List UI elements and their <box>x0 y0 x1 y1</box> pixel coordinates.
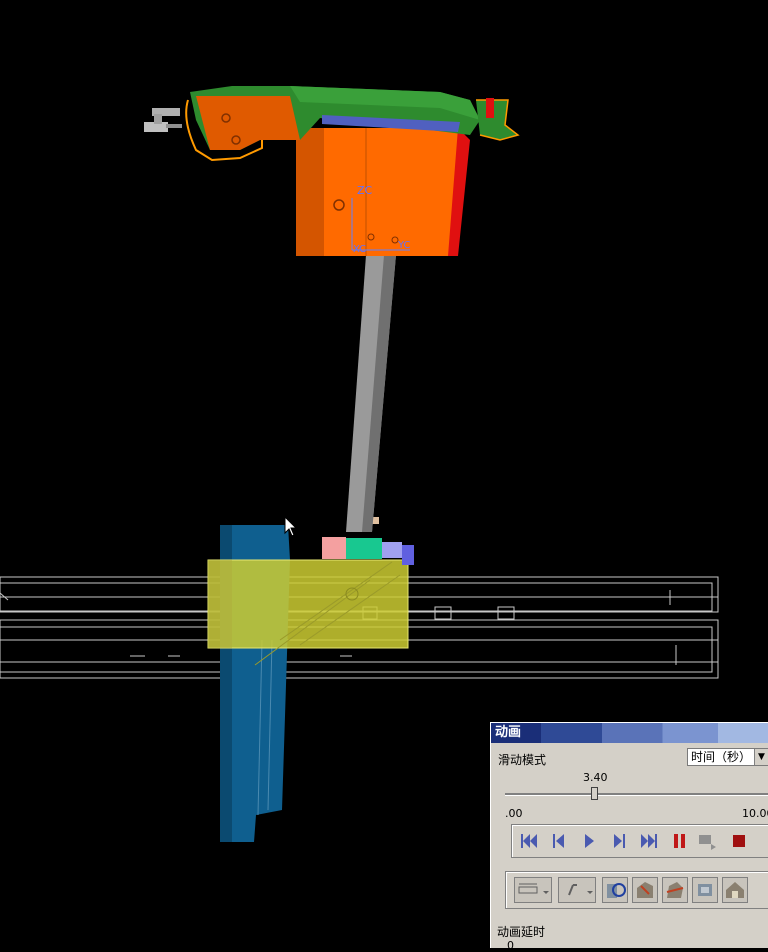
playback-toolbar <box>511 824 768 858</box>
time-slider-thumb[interactable] <box>591 787 599 800</box>
pause-icon[interactable] <box>668 831 690 851</box>
delay-value: 0 <box>507 939 514 952</box>
orange-block <box>296 128 470 256</box>
skip-to-end-icon[interactable] <box>638 831 660 851</box>
slider-value: 3.40 <box>583 771 608 784</box>
chevron-down-icon[interactable]: ▼ <box>754 749 768 765</box>
panel-title: 动画 <box>491 723 768 743</box>
skip-to-start-icon[interactable] <box>518 831 540 851</box>
slider-max: 10.00 <box>742 807 768 820</box>
zc-axis-label: ZC <box>357 184 373 197</box>
nozzle <box>144 108 182 132</box>
step-forward-icon[interactable] <box>608 831 630 851</box>
home-tool-icon[interactable] <box>722 877 748 903</box>
mode-value: 时间（秒） <box>691 750 752 764</box>
measure-dropdown-icon[interactable] <box>514 877 552 903</box>
box-tool-icon[interactable] <box>692 877 718 903</box>
step-back-icon[interactable] <box>548 831 570 851</box>
constraint-dropdown-icon[interactable] <box>558 877 596 903</box>
loop-icon[interactable] <box>696 831 718 851</box>
delay-label: 动画延时 <box>497 925 546 939</box>
mode-label: 滑动模式 <box>498 753 547 767</box>
time-slider-track[interactable] <box>505 793 768 796</box>
mode-select[interactable]: 时间（秒） ▼ <box>687 748 768 766</box>
rotate-tool-icon[interactable] <box>602 877 628 903</box>
gray-rod <box>346 255 396 532</box>
profile-tool-icon[interactable] <box>632 877 658 903</box>
tools-toolbar <box>505 871 768 909</box>
mouse-cursor-icon <box>284 516 298 537</box>
xc-axis-label: XC <box>353 244 366 255</box>
yc-axis-label: YC <box>397 240 411 251</box>
animation-panel: 动画 滑动模式 时间（秒） ▼ 3.40 .00 10.00 <box>490 722 768 952</box>
stop-icon[interactable] <box>728 831 750 851</box>
play-icon[interactable] <box>578 831 600 851</box>
slider-min: .00 <box>505 807 523 820</box>
trace-tool-icon[interactable] <box>662 877 688 903</box>
